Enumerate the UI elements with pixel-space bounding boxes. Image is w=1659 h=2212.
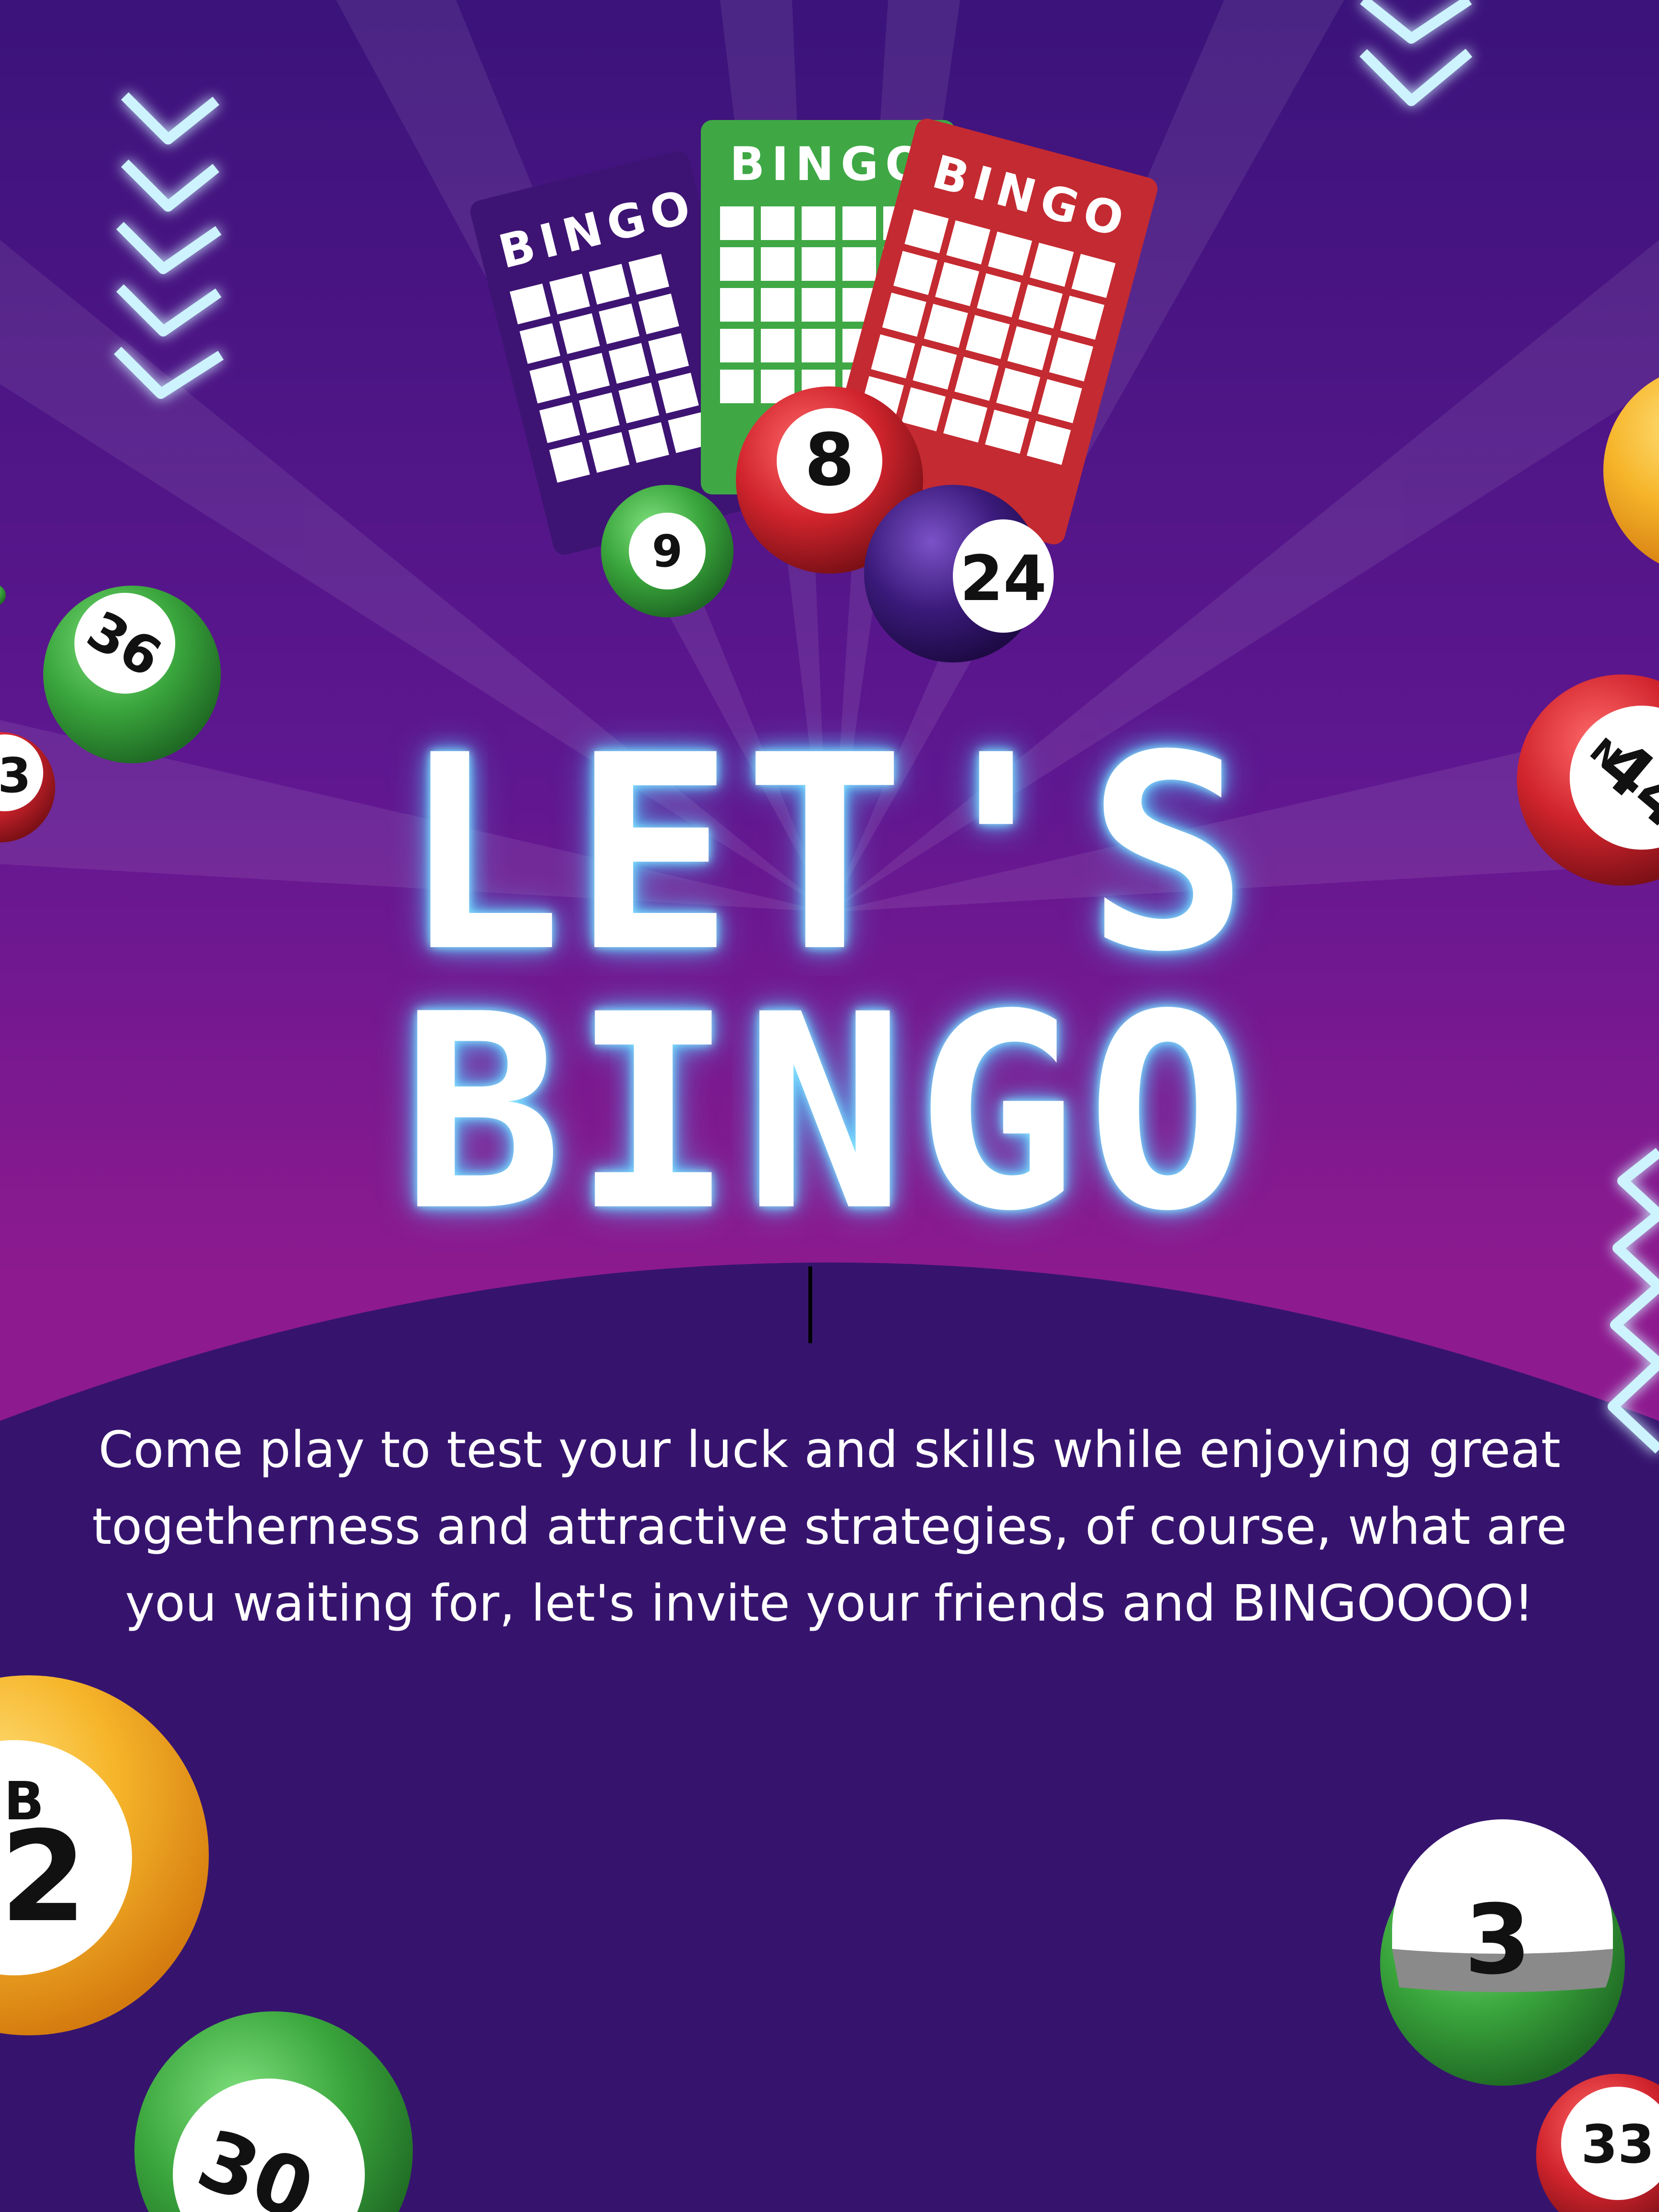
ball-number: 3 [1464,1884,1531,1996]
ball-number: 24 [960,542,1047,615]
bingo-card-green-label: BINGO [730,137,931,191]
poster-description: Come play to test your luck and skills w… [92,1420,1567,1633]
bingo-ball-top-green: 9 [601,485,733,617]
ball-number: 8 [805,419,854,502]
text-cursor [808,1266,812,1343]
title-line-lets: LET'S [401,698,1258,1011]
title-line-bingo: BINGO [401,957,1258,1270]
ball-number: 9 [652,526,683,577]
bingo-poster: BINGO BINGO BINGO 9 8 24 36 3 N 44 B 2 3… [0,0,1659,2212]
ball-number: 33 [1581,2114,1654,2175]
ball-number: 12 [0,1805,87,1950]
